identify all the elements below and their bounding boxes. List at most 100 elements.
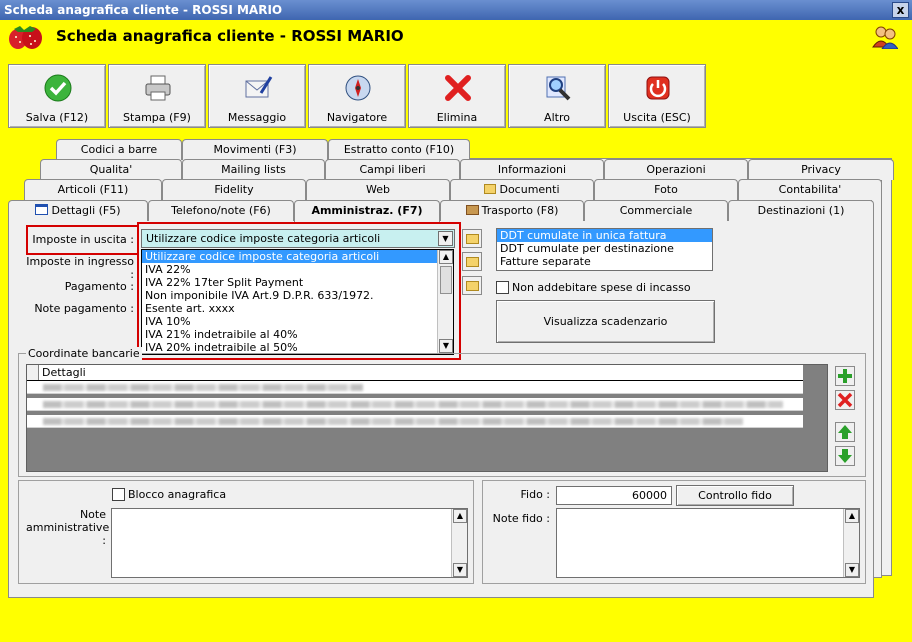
plus-icon: [838, 369, 852, 383]
scroll-down-icon[interactable]: ▼: [845, 563, 859, 577]
table-row[interactable]: [27, 398, 803, 411]
other-label: Altro: [544, 111, 570, 124]
tab-transport-label: Trasporto (F8): [481, 204, 559, 217]
folder-icon: [484, 184, 497, 194]
window-titlebar: Scheda anagrafica cliente - ROSSI MARIO …: [0, 0, 912, 20]
table-row[interactable]: [27, 381, 803, 394]
tab-quality[interactable]: Qualita': [40, 159, 182, 180]
app-header: Scheda anagrafica cliente - ROSSI MARIO: [0, 20, 912, 54]
tab-administration[interactable]: Amministraz. (F7): [294, 200, 440, 223]
ddt-option[interactable]: Fatture separate: [497, 255, 712, 268]
magnifier-icon: [546, 76, 571, 101]
controllo-fido-button[interactable]: Controllo fido: [676, 485, 794, 506]
folder-icon: [466, 234, 479, 244]
tab-destinations[interactable]: Destinazioni (1): [728, 200, 874, 221]
print-label: Stampa (F9): [123, 111, 191, 124]
tab-commercial[interactable]: Commerciale: [584, 200, 728, 221]
tab-information[interactable]: Informazioni: [460, 159, 604, 180]
save-label: Salva (F12): [25, 111, 89, 124]
tab-movements[interactable]: Movimenti (F3): [182, 139, 328, 160]
folder-icon: [466, 281, 479, 291]
window-title: Scheda anagrafica cliente - ROSSI MARIO: [4, 3, 283, 17]
check-icon: [44, 74, 72, 102]
note-fido-textarea[interactable]: ▲ ▼: [556, 508, 860, 578]
tab-documents-label: Documenti: [499, 183, 560, 196]
truck-icon: [465, 205, 479, 215]
tab-transport[interactable]: Trasporto (F8): [440, 200, 584, 221]
tab-web[interactable]: Web: [306, 179, 450, 200]
delete-button[interactable]: Elimina: [408, 64, 506, 128]
delete-row-button[interactable]: [835, 390, 855, 410]
strawberry-logo-icon: [9, 26, 42, 49]
ddt-listbox[interactable]: DDT cumulate in unica fattura DDT cumula…: [496, 228, 713, 271]
close-button[interactable]: x: [892, 2, 909, 18]
grid-column-dettagli: Dettagli: [42, 366, 86, 379]
ddt-option[interactable]: DDT cumulate in unica fattura: [497, 229, 712, 242]
tab-fidelity[interactable]: Fidelity: [162, 179, 306, 200]
message-label: Messaggio: [227, 111, 287, 124]
imposte-uscita-folder-button[interactable]: [462, 229, 482, 248]
tab-custom-fields[interactable]: Campi liberi: [325, 159, 460, 180]
scroll-down-icon[interactable]: ▼: [453, 563, 467, 577]
tab-photo[interactable]: Foto: [594, 179, 738, 200]
tab-accounting[interactable]: Contabilita': [738, 179, 882, 200]
tab-barcodes[interactable]: Codici a barre: [56, 139, 182, 160]
note-amministrative-textarea[interactable]: ▲ ▼: [111, 508, 468, 578]
tab-operations[interactable]: Operazioni: [604, 159, 748, 180]
visualizza-scadenzario-button[interactable]: Visualizza scadenzario: [496, 300, 715, 343]
move-up-button[interactable]: [835, 422, 855, 442]
blocco-anagrafica-label: Blocco anagrafica: [128, 488, 227, 501]
tab-phone-notes[interactable]: Telefono/note (F6): [148, 200, 294, 221]
add-row-button[interactable]: [835, 366, 855, 386]
arrow-up-icon: [838, 425, 852, 439]
tab-privacy[interactable]: Privacy: [748, 159, 894, 180]
note-fido-label: Note fido :: [492, 512, 550, 525]
fido-label: Fido :: [520, 488, 551, 501]
users-icon[interactable]: [872, 25, 898, 49]
pagamento-label: Pagamento :: [64, 280, 134, 293]
tab-details[interactable]: Dettagli (F5): [8, 200, 148, 221]
fido-input[interactable]: 60000: [556, 486, 672, 505]
delete-x-icon: [445, 75, 471, 101]
envelope-icon: [245, 76, 273, 98]
imposte-ingresso-folder-button[interactable]: [462, 252, 482, 271]
non-addebitare-label: Non addebitare spese di incasso: [512, 281, 691, 294]
grid-header: Dettagli: [27, 365, 803, 381]
folder-icon: [466, 257, 479, 267]
note-amministrative-label: Note amministrative :: [26, 508, 110, 547]
textarea-scrollbar[interactable]: ▲ ▼: [451, 509, 467, 577]
bank-group-label: Coordinate bancarie: [26, 347, 142, 360]
scroll-up-icon[interactable]: ▲: [453, 509, 467, 523]
tab-articles[interactable]: Articoli (F11): [24, 179, 162, 200]
tab-mailing-lists[interactable]: Mailing lists: [182, 159, 325, 180]
imposte-uscita-label: Imposte in uscita :: [32, 233, 134, 246]
tab-statement[interactable]: Estratto conto (F10): [328, 139, 470, 160]
move-down-button[interactable]: [835, 446, 855, 466]
tab-documents[interactable]: Documenti: [450, 179, 594, 200]
pagamento-folder-button[interactable]: [462, 276, 482, 295]
other-button[interactable]: Altro: [508, 64, 606, 128]
blocco-anagrafica-checkbox[interactable]: [112, 488, 125, 501]
non-addebitare-checkbox[interactable]: [496, 281, 509, 294]
exit-label: Uscita (ESC): [623, 111, 691, 124]
navigator-button[interactable]: Navigatore: [308, 64, 406, 128]
note-pagamento-label: Note pagamento :: [34, 302, 134, 315]
table-row[interactable]: [27, 415, 803, 428]
delete-x-icon: [837, 392, 853, 408]
bank-grid[interactable]: Dettagli: [26, 364, 828, 472]
compass-icon: [345, 75, 371, 101]
power-icon: [646, 76, 670, 100]
imposte-ingresso-label: Imposte in ingresso :: [26, 255, 134, 281]
navigator-label: Navigatore: [326, 111, 388, 124]
textarea-scrollbar[interactable]: ▲ ▼: [843, 509, 859, 577]
print-button[interactable]: Stampa (F9): [108, 64, 206, 128]
printer-icon: [145, 75, 171, 101]
exit-button[interactable]: Uscita (ESC): [608, 64, 706, 128]
save-button[interactable]: Salva (F12): [8, 64, 106, 128]
window-icon: [35, 204, 49, 215]
tab-details-label: Dettagli (F5): [51, 204, 121, 217]
message-button[interactable]: Messaggio: [208, 64, 306, 128]
arrow-down-icon: [838, 449, 852, 463]
ddt-option[interactable]: DDT cumulate per destinazione: [497, 242, 712, 255]
scroll-up-icon[interactable]: ▲: [845, 509, 859, 523]
